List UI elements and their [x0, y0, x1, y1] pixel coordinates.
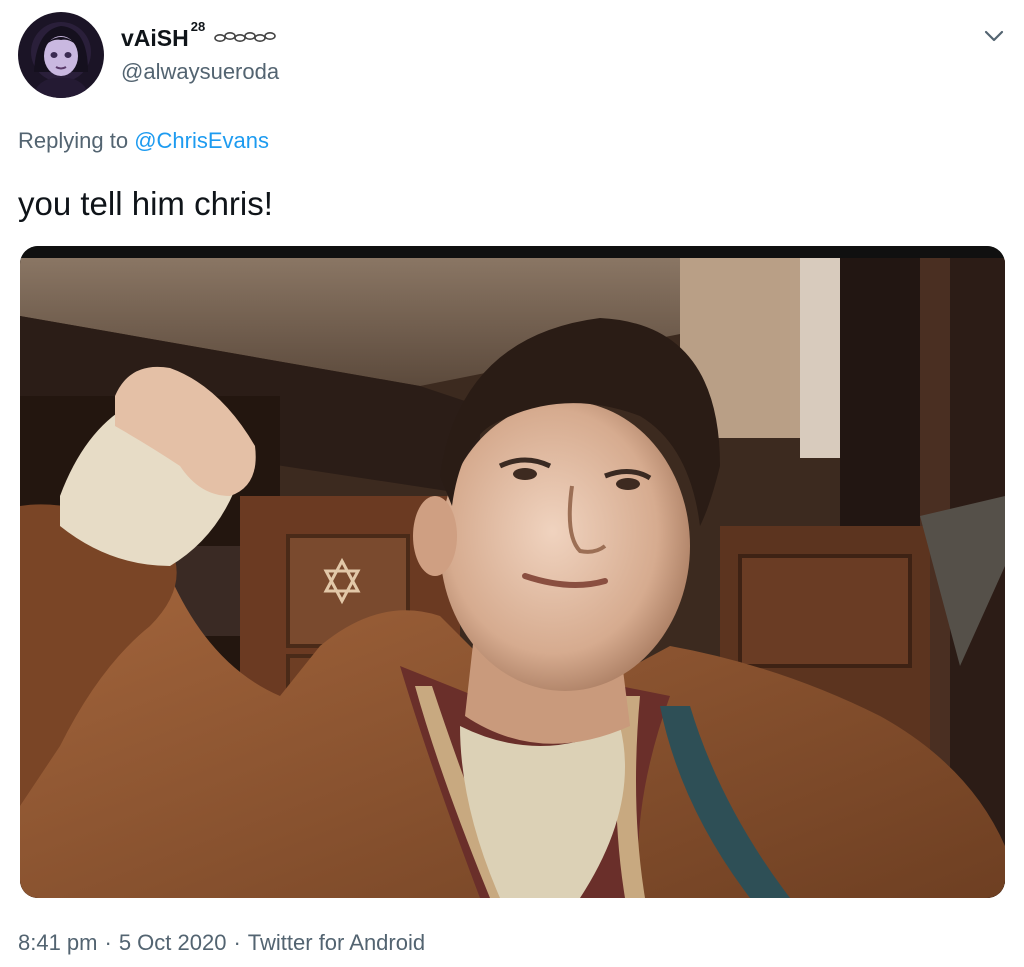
replying-to: Replying to @ChrisEvans	[18, 126, 269, 156]
meta-separator: ·	[104, 930, 112, 955]
author-name-row[interactable]: vAiSH 28	[121, 20, 277, 52]
tweet-media-image[interactable]	[20, 246, 1005, 898]
author-handle[interactable]: @alwaysueroda	[121, 58, 279, 86]
avatar[interactable]	[18, 12, 104, 98]
tweet-source[interactable]: Twitter for Android	[248, 930, 425, 955]
author-display-name: vAiSH	[121, 25, 189, 51]
tweet-meta: 8:41 pm · 5 Oct 2020 · Twitter for Android	[18, 928, 425, 958]
reply-mention-link[interactable]: @ChrisEvans	[134, 128, 269, 153]
chain-decoration-icon	[213, 30, 277, 49]
author-name-superscript: 28	[190, 19, 206, 34]
tweet-card: vAiSH 28 @alwaysueroda Replying to @Chri…	[0, 0, 1024, 967]
tweet-time[interactable]: 8:41 pm	[18, 930, 98, 955]
meta-separator: ·	[233, 930, 241, 955]
tweet-text: you tell him chris!	[18, 185, 273, 222]
tweet-date[interactable]: 5 Oct 2020	[119, 930, 227, 955]
chevron-down-icon[interactable]	[980, 24, 1008, 48]
replying-to-prefix: Replying to	[18, 128, 129, 153]
